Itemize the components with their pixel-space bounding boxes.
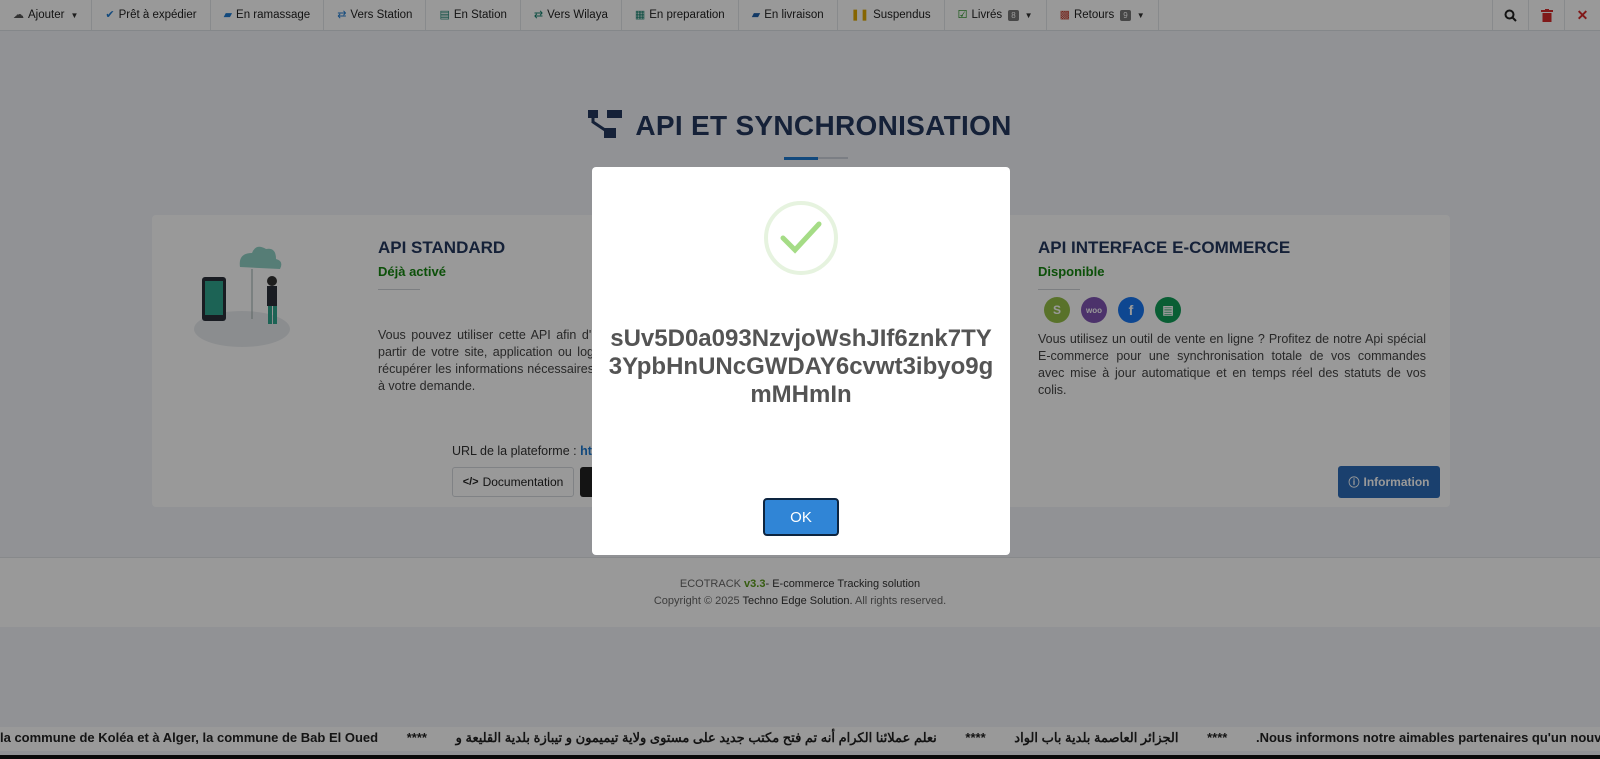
success-check-icon <box>764 201 838 275</box>
success-modal: sUv5D0a093NzvjoWshJIf6znk7TY3YpbHnUNcGWD… <box>592 167 1010 555</box>
api-token: sUv5D0a093NzvjoWshJIf6znk7TY3YpbHnUNcGWD… <box>608 325 994 408</box>
ok-button[interactable]: OK <box>763 498 839 536</box>
